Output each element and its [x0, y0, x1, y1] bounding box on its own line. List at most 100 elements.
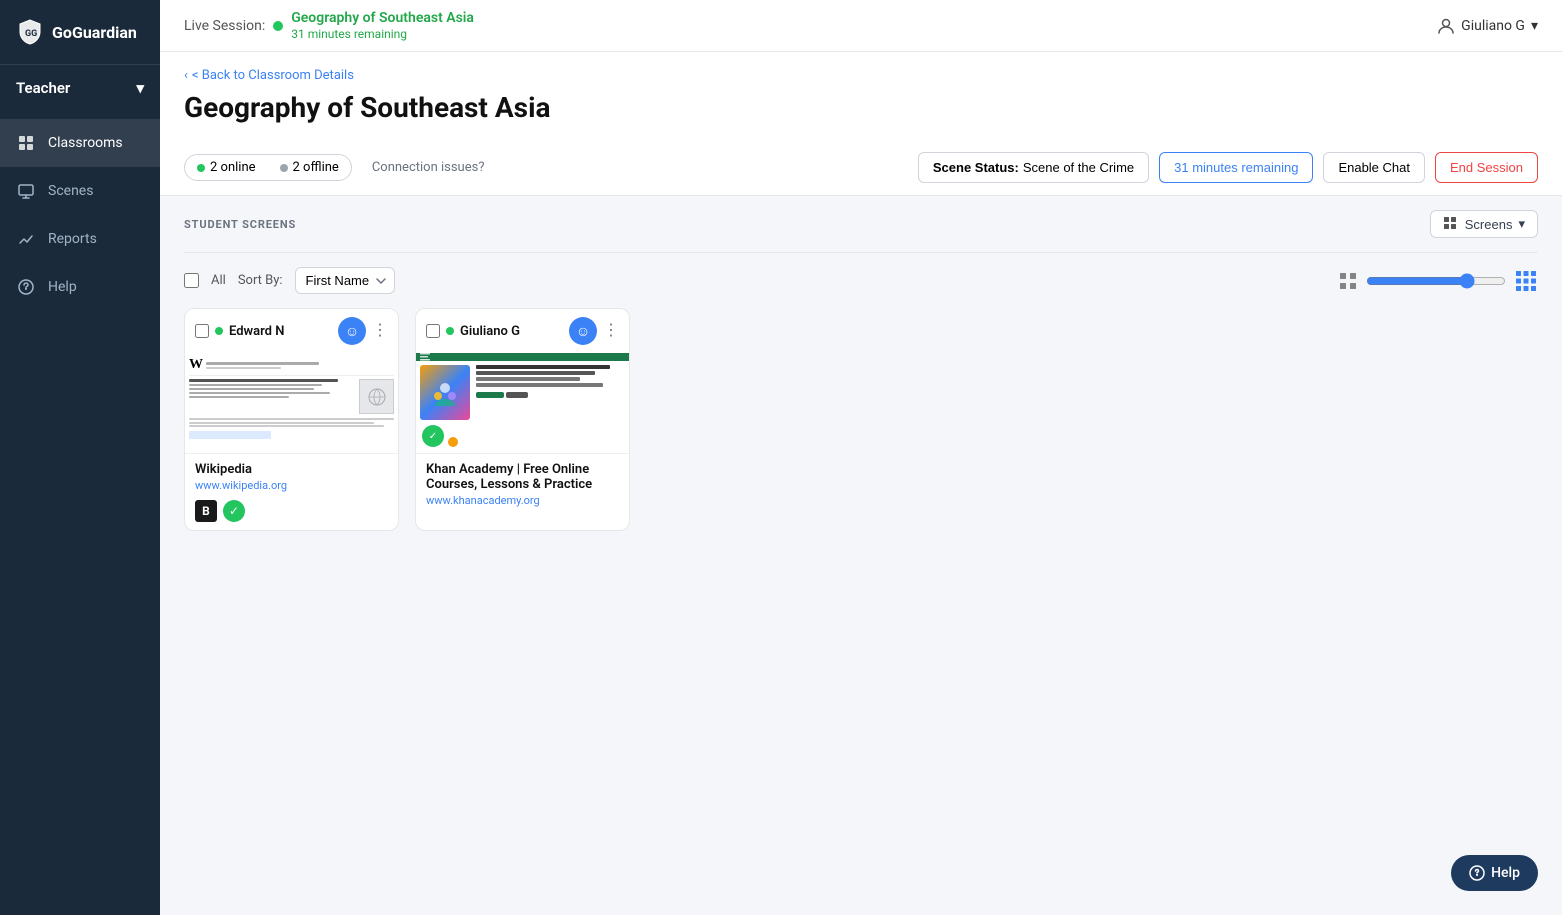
status-actions: Scene Status: Scene of the Crime 31 minu…: [918, 152, 1538, 183]
giuliano-online-dot: [446, 327, 454, 335]
online-count: 2 online: [210, 160, 256, 175]
help-circle-icon: [1469, 865, 1485, 881]
live-dot-icon: [273, 21, 283, 31]
edward-actions: ☺ ⋮: [338, 317, 388, 345]
main-area: Live Session: Geography of Southeast Asi…: [160, 0, 1562, 915]
edward-footer: Wikipedia www.wikipedia.org B ✓: [185, 453, 398, 530]
screens-view-button[interactable]: Screens ▾: [1430, 210, 1538, 238]
sidebar-role-label: Teacher: [16, 79, 70, 97]
reports-icon: [16, 229, 36, 249]
khan-image-area: [420, 365, 470, 420]
grid-icon: [1443, 216, 1459, 232]
online-offline-toggle[interactable]: 2 online 2 offline: [184, 154, 352, 181]
offline-dot-icon: [280, 164, 288, 172]
screens-btn-label: Screens: [1465, 217, 1513, 232]
help-float-button[interactable]: Help: [1451, 855, 1538, 891]
user-name: Giuliano G: [1461, 18, 1525, 34]
khan-preview: [416, 353, 629, 453]
time-remaining-button[interactable]: 31 minutes remaining: [1159, 152, 1313, 183]
edward-card-icons: B ✓: [195, 500, 388, 522]
giuliano-student-info: Giuliano G: [426, 324, 520, 339]
classrooms-icon: [16, 133, 36, 153]
session-name-link[interactable]: Geography of Southeast Asia: [291, 10, 474, 26]
sort-select[interactable]: First Name Last Name Status: [295, 267, 395, 294]
giuliano-site-name: Khan Academy | Free Online Courses, Less…: [426, 462, 619, 492]
edward-checkbox[interactable]: [195, 324, 209, 338]
sidebar: GG GoGuardian Teacher ▾ Classrooms Scene…: [0, 0, 160, 915]
giuliano-orange-dot: [448, 437, 458, 447]
offline-count: 2 offline: [293, 160, 339, 175]
khan-nav-icon: [420, 353, 430, 361]
scene-status-label: Scene Status:: [933, 160, 1019, 175]
session-time-remaining: 31 minutes remaining: [291, 27, 474, 41]
help-float-label: Help: [1491, 865, 1520, 881]
back-link[interactable]: ‹ < Back to Classroom Details: [184, 68, 1538, 83]
help-icon: [16, 277, 36, 297]
online-badge: 2 online: [185, 155, 268, 180]
card-header-giuliano: Giuliano G ☺ ⋮: [416, 309, 629, 353]
student-cards-grid: Edward N ☺ ⋮ W: [184, 308, 1538, 551]
user-chevron-icon: ▾: [1531, 18, 1538, 34]
khan-btn-row: [476, 392, 625, 398]
zoom-slider[interactable]: [1366, 273, 1506, 289]
screens-section-label: STUDENT SCREENS: [184, 218, 296, 231]
giuliano-checkbox[interactable]: [426, 324, 440, 338]
edward-more-button[interactable]: ⋮: [372, 323, 388, 339]
sort-by-text: Sort By:: [238, 273, 283, 288]
screens-section: STUDENT SCREENS Screens ▾ All Sort By: F…: [160, 196, 1562, 915]
student-card-edward: Edward N ☺ ⋮ W: [184, 308, 399, 531]
back-link-text: < Back to Classroom Details: [192, 68, 354, 83]
connection-issues-link[interactable]: Connection issues?: [372, 160, 485, 175]
giuliano-actions: ☺ ⋮: [569, 317, 619, 345]
edward-screenshot[interactable]: W: [185, 353, 398, 453]
end-session-button[interactable]: End Session: [1435, 152, 1538, 183]
sidebar-nav: Classrooms Scenes Reports Help: [0, 119, 160, 311]
sidebar-item-help-label: Help: [48, 279, 77, 295]
user-icon: [1437, 17, 1455, 35]
giuliano-screenshot[interactable]: ✓: [416, 353, 629, 453]
logo[interactable]: GG GoGuardian: [0, 0, 160, 64]
sidebar-item-classrooms[interactable]: Classrooms: [0, 119, 160, 167]
student-card-giuliano: Giuliano G ☺ ⋮: [415, 308, 630, 531]
giuliano-name: Giuliano G: [460, 324, 520, 339]
giuliano-more-button[interactable]: ⋮: [603, 323, 619, 339]
edward-name: Edward N: [229, 324, 284, 339]
page-header: ‹ < Back to Classroom Details Geography …: [160, 52, 1562, 140]
scene-name: Scene of the Crime: [1023, 160, 1134, 175]
giuliano-smiley-button[interactable]: ☺: [569, 317, 597, 345]
sidebar-item-help[interactable]: Help: [0, 263, 160, 311]
giuliano-site-url[interactable]: www.khanacademy.org: [426, 494, 619, 507]
edward-check-icon: ✓: [223, 500, 245, 522]
select-all-checkbox[interactable]: [184, 273, 199, 288]
grid-small-icon[interactable]: [1338, 271, 1358, 291]
edward-site-name: Wikipedia: [195, 462, 388, 477]
sidebar-item-classrooms-label: Classrooms: [48, 135, 123, 151]
sidebar-item-scenes[interactable]: Scenes: [0, 167, 160, 215]
toolbar-left: All Sort By: First Name Last Name Status: [184, 267, 395, 294]
edward-smiley-button[interactable]: ☺: [338, 317, 366, 345]
sidebar-item-reports-label: Reports: [48, 231, 97, 247]
logo-text: GoGuardian: [52, 23, 137, 42]
status-bar: 2 online 2 offline Connection issues? Sc…: [160, 140, 1562, 196]
enable-chat-button[interactable]: Enable Chat: [1323, 152, 1425, 183]
screens-header: STUDENT SCREENS Screens ▾: [184, 196, 1538, 253]
sidebar-teacher-toggle[interactable]: Teacher ▾: [0, 64, 160, 111]
edward-site-url[interactable]: www.wikipedia.org: [195, 479, 388, 492]
sort-by-label: All: [211, 273, 226, 288]
svg-text:GG: GG: [25, 29, 37, 39]
topbar: Live Session: Geography of Southeast Asi…: [160, 0, 1562, 52]
offline-badge: 2 offline: [268, 155, 351, 180]
giuliano-footer: Khan Academy | Free Online Courses, Less…: [416, 453, 629, 515]
live-session-info: Live Session: Geography of Southeast Asi…: [184, 10, 474, 41]
edward-online-dot: [215, 327, 223, 335]
grid-large-icon[interactable]: [1514, 269, 1538, 293]
user-menu[interactable]: Giuliano G ▾: [1437, 17, 1538, 35]
live-session-label: Live Session:: [184, 18, 265, 34]
giuliano-khan-badge: ✓: [422, 425, 444, 447]
screens-chevron-icon: ▾: [1518, 216, 1525, 232]
edward-student-info: Edward N: [195, 324, 284, 339]
back-chevron-icon: ‹: [184, 68, 188, 83]
scene-status-button[interactable]: Scene Status: Scene of the Crime: [918, 152, 1149, 183]
sidebar-item-reports[interactable]: Reports: [0, 215, 160, 263]
toolbar-right: [1338, 269, 1538, 293]
